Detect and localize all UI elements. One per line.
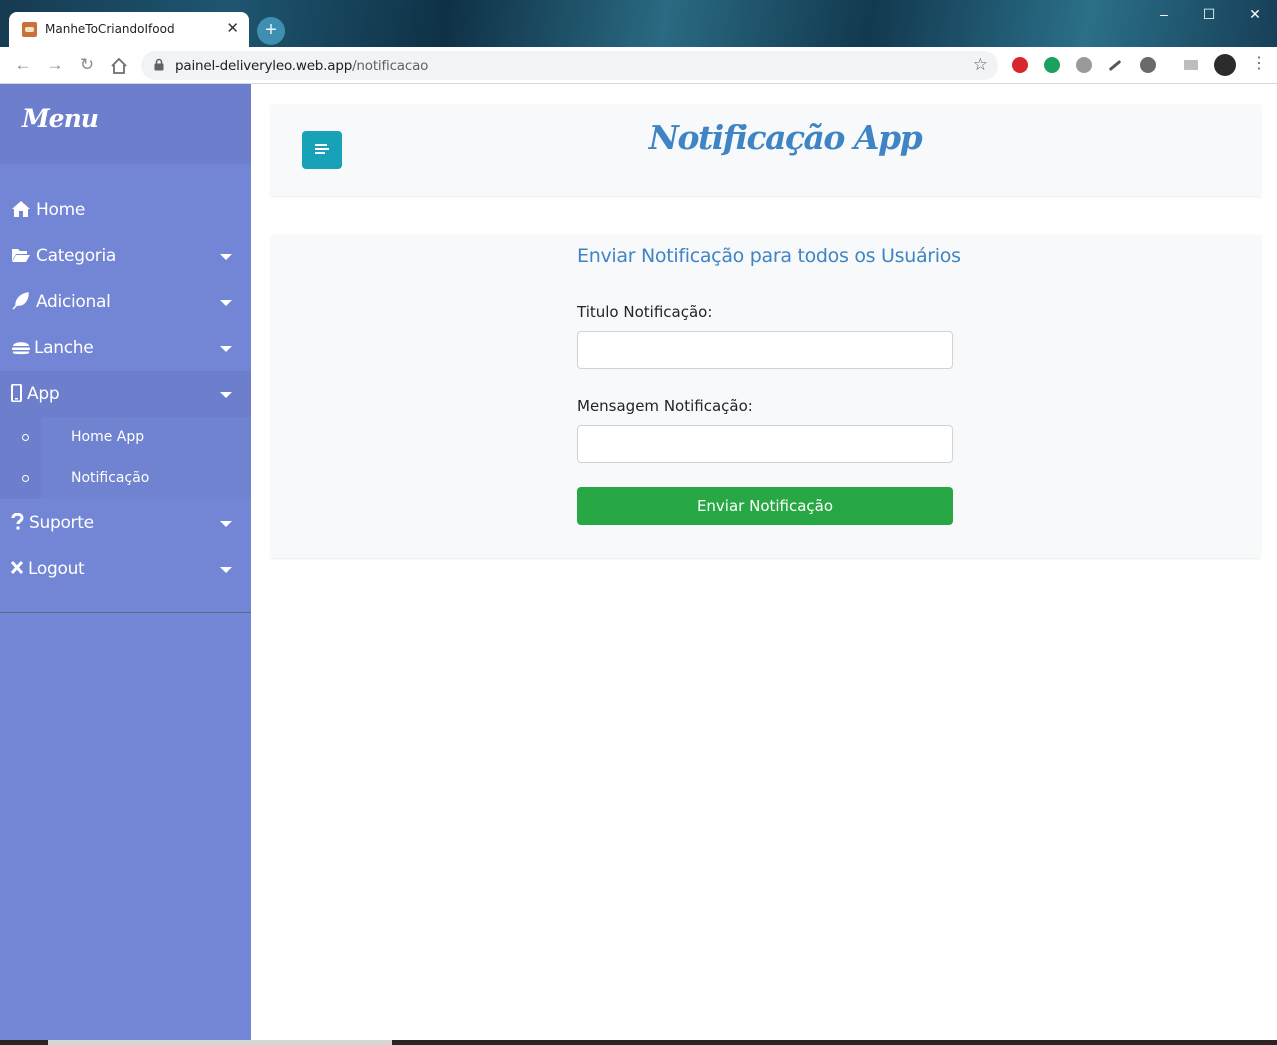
- close-tab-icon[interactable]: ✕: [226, 19, 239, 37]
- chevron-down-icon: [220, 392, 232, 398]
- favicon-icon: [22, 22, 37, 37]
- profile-avatar[interactable]: [1214, 54, 1236, 76]
- notification-form: Enviar Notificação para todos os Usuário…: [271, 235, 1261, 558]
- browser-toolbar: ← → ↻ painel-deliveryleo.web.app/notific…: [0, 47, 1277, 84]
- browser-menu-icon[interactable]: ⋮: [1248, 53, 1270, 73]
- sidebar-item-label: Home: [36, 200, 86, 220]
- message-label: Mensagem Notificação:: [577, 397, 753, 415]
- pen-extension-icon[interactable]: [1108, 59, 1122, 72]
- bookmark-star-icon[interactable]: ☆: [973, 55, 988, 75]
- taskbar-active-app[interactable]: [48, 1040, 392, 1045]
- sidebar-item-home[interactable]: Home: [0, 187, 251, 233]
- title-label: Titulo Notificação:: [577, 303, 713, 321]
- folder-open-icon: [12, 249, 30, 262]
- sidebar-subitem-home-app[interactable]: Home App: [0, 417, 251, 458]
- title-input[interactable]: [577, 331, 953, 369]
- maximize-icon[interactable]: ☐: [1199, 6, 1219, 23]
- sidebar-subitem-label: Notificação: [71, 470, 150, 486]
- chevron-down-icon: [220, 346, 232, 352]
- sidebar-item-app[interactable]: App: [0, 371, 251, 417]
- chevron-down-icon: [220, 521, 232, 527]
- sidebar-nav: Home Categoria Adicional Lanche App Home…: [0, 164, 251, 613]
- sidebar-header: Menu: [0, 84, 251, 164]
- send-notification-button[interactable]: Enviar Notificação: [577, 487, 953, 525]
- lock-icon: [154, 58, 164, 71]
- question-icon: [11, 513, 24, 530]
- sidebar-item-adicional[interactable]: Adicional: [0, 279, 251, 325]
- sidebar-item-label: Logout: [28, 559, 85, 579]
- back-icon[interactable]: ←: [12, 55, 34, 75]
- shield-extension-icon[interactable]: [1044, 57, 1060, 73]
- message-input[interactable]: [577, 425, 953, 463]
- main-content: Notificação App Enviar Notificação para …: [251, 84, 1277, 1040]
- sidebar-submenu-app: Home App Notificação: [0, 417, 251, 499]
- sidebar-subitem-label: Home App: [71, 429, 145, 445]
- browser-titlebar: ManheToCriandoIfood ✕ + – ☐ ✕: [0, 0, 1277, 47]
- media-control-icon[interactable]: [1184, 60, 1198, 70]
- url-path: /notificacao: [352, 58, 429, 74]
- page-title: Notificação App: [648, 118, 923, 157]
- tab-title: ManheToCriandoIfood: [45, 22, 175, 36]
- url-text: painel-deliveryleo.web.app/notificacao: [175, 58, 428, 74]
- bullet-icon: [22, 475, 29, 482]
- sidebar-item-label: Adicional: [36, 292, 111, 312]
- url-host: painel-deliveryleo.web.app: [175, 58, 353, 74]
- chevron-down-icon: [220, 300, 232, 306]
- sidebar-item-suporte[interactable]: Suporte: [0, 500, 251, 546]
- feather-icon: [12, 292, 29, 310]
- home-icon: [12, 201, 30, 217]
- address-bar[interactable]: painel-deliveryleo.web.app/notificacao ☆: [141, 51, 998, 80]
- download-extension-icon[interactable]: [1140, 57, 1156, 73]
- sidebar-item-label: App: [27, 384, 60, 404]
- sidebar: Menu Home Categoria Adicional Lanche App…: [0, 84, 251, 1045]
- browser-tab[interactable]: ManheToCriandoIfood ✕: [9, 12, 249, 47]
- sidebar-item-logout[interactable]: Logout: [0, 546, 251, 592]
- page-header: Notificação App: [271, 104, 1261, 196]
- new-tab-button[interactable]: +: [257, 17, 285, 45]
- sidebar-title: Menu: [22, 104, 99, 133]
- minimize-icon[interactable]: –: [1154, 6, 1174, 22]
- hamburger-icon: [12, 342, 30, 355]
- close-window-icon[interactable]: ✕: [1245, 6, 1265, 23]
- bullet-icon: [22, 434, 29, 441]
- sidebar-item-label: Categoria: [36, 246, 117, 266]
- chevron-down-icon: [220, 254, 232, 260]
- sidebar-item-label: Suporte: [29, 513, 94, 533]
- m-extension-icon[interactable]: [1076, 57, 1092, 73]
- sidebar-item-label: Lanche: [34, 338, 94, 358]
- sidebar-item-categoria[interactable]: Categoria: [0, 233, 251, 279]
- form-heading: Enviar Notificação para todos os Usuário…: [577, 245, 961, 267]
- adblock-extension-icon[interactable]: [1012, 57, 1028, 73]
- forward-icon[interactable]: →: [44, 55, 66, 75]
- sidebar-subitem-notificacao[interactable]: Notificação: [0, 458, 251, 499]
- sidebar-item-lanche[interactable]: Lanche: [0, 325, 251, 371]
- chevron-down-icon: [220, 567, 232, 573]
- home-browser-icon[interactable]: [110, 57, 128, 75]
- reload-icon[interactable]: ↻: [76, 55, 98, 75]
